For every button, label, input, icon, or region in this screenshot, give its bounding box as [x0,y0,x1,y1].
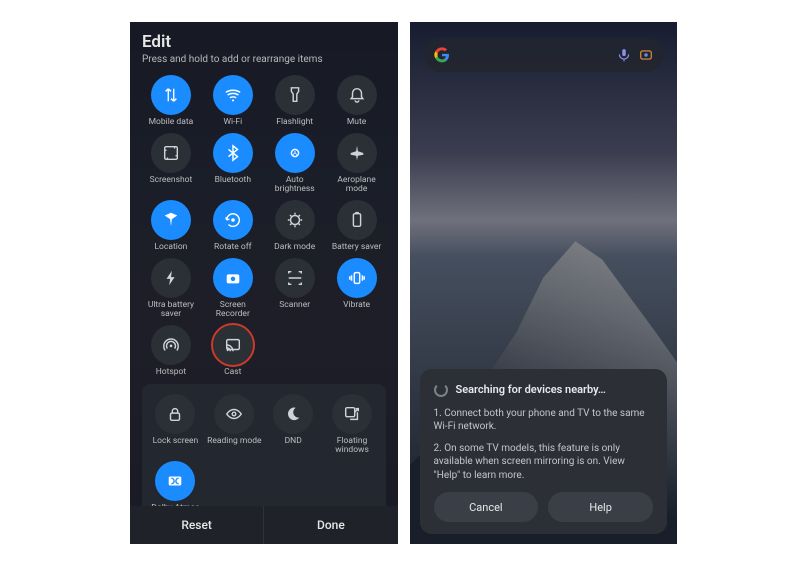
tile-dnd[interactable]: DND [266,394,321,455]
tile-scanner[interactable]: Scanner [266,258,324,319]
dolby-icon[interactable] [155,461,195,501]
scanner-icon[interactable] [275,258,315,298]
tile-label: Flashlight [276,118,313,127]
mic-icon[interactable] [617,48,631,62]
tile-label: Screenshot [150,176,193,185]
tile-label: Battery saver [332,243,381,252]
tile-label: Location [154,243,187,252]
tile-label: Cast [224,368,241,377]
tile-wifi[interactable]: Wi-Fi [204,75,262,127]
moon-icon[interactable] [273,394,313,434]
tile-label: Wi-Fi [223,118,242,127]
spinner-icon [434,383,448,397]
tile-reading-mode[interactable]: Reading mode [207,394,262,455]
tile-vibrate[interactable]: Vibrate [328,258,386,319]
google-logo-icon [434,47,450,63]
reset-button[interactable]: Reset [130,506,263,544]
tile-floating-win[interactable]: Floating windows [325,394,380,455]
tile-label: Reading mode [207,437,261,446]
tile-dark-mode[interactable]: Dark mode [266,200,324,252]
cancel-button[interactable]: Cancel [434,492,539,522]
camera-icon[interactable] [213,258,253,298]
tile-flashlight[interactable]: Flashlight [266,75,324,127]
modal-title: Searching for devices nearby… [456,383,606,396]
lens-icon[interactable] [639,48,653,62]
tile-label: DND [285,437,302,446]
tile-label: Auto brightness [266,176,324,194]
tile-mobile-data[interactable]: Mobile data [142,75,200,127]
tile-label: Vibrate [343,301,370,310]
bell-icon[interactable] [337,75,377,115]
tile-screenshot[interactable]: Screenshot [142,133,200,194]
cast-searching-modal: Searching for devices nearby… 1. Connect… [420,369,668,535]
tile-label: Rotate off [214,243,252,252]
phone-left: Edit Press and hold to add or rearrange … [130,22,398,544]
float-icon[interactable] [332,394,372,434]
tile-auto-brightness[interactable]: A Auto brightness [266,133,324,194]
modal-body: 1. Connect both your phone and TV to the… [434,407,654,483]
tile-mute[interactable]: Mute [328,75,386,127]
darkmode-icon[interactable] [275,200,315,240]
tile-cast[interactable]: Cast [204,325,262,377]
tile-screen-recorder[interactable]: Screen Recorder [204,258,262,319]
tile-label: Mute [347,118,366,127]
tile-label: Mobile data [149,118,194,127]
tile-label: Dark mode [274,243,315,252]
tile-label: Aeroplane mode [328,176,386,194]
hotspot-icon[interactable] [151,325,191,365]
airplane-icon[interactable] [337,133,377,173]
location-icon[interactable] [151,200,191,240]
lock-icon[interactable] [155,394,195,434]
google-search-bar[interactable] [424,38,664,72]
edit-subtitle: Press and hold to add or rearrange items [142,54,386,65]
tile-label: Ultra battery saver [142,301,200,319]
tiles-secondary-grid: Lock screen Reading mode DND Floating windo… [142,384,386,523]
tile-aeroplane-mode[interactable]: Aeroplane mode [328,133,386,194]
bluetooth-icon[interactable] [213,133,253,173]
bolt-icon[interactable] [151,258,191,298]
arrows-updown-icon[interactable] [151,75,191,115]
tile-label: Bluetooth [215,176,251,185]
cast-icon[interactable] [213,325,253,365]
tile-hotspot[interactable]: Hotspot [142,325,200,377]
help-button[interactable]: Help [548,492,653,522]
phone-right: Searching for devices nearby… 1. Connect… [410,22,678,544]
wifi-icon[interactable] [213,75,253,115]
footer-bar: Reset Done [130,506,398,544]
tile-label: Hotspot [156,368,186,377]
tile-label: Scanner [279,301,310,310]
tile-bluetooth[interactable]: Bluetooth [204,133,262,194]
tile-label: Screen Recorder [204,301,262,319]
tile-lock-screen[interactable]: Lock screen [148,394,203,455]
screenshot-icon[interactable] [151,133,191,173]
tile-label: Lock screen [153,437,199,446]
tiles-grid: Mobile data Wi-Fi Flashlight Mute Screenshot… [142,75,386,376]
quick-settings-panel: Edit Press and hold to add or rearrange … [130,22,398,544]
tile-ultra-battery[interactable]: Ultra battery saver [142,258,200,319]
modal-line-1: 1. Connect both your phone and TV to the… [434,407,654,434]
tile-battery-saver[interactable]: Battery saver [328,200,386,252]
tile-location[interactable]: Location [142,200,200,252]
tile-label: Floating windows [325,437,380,455]
rotate-icon[interactable] [213,200,253,240]
flashlight-icon[interactable] [275,75,315,115]
done-button[interactable]: Done [263,506,397,544]
battery-icon[interactable] [337,200,377,240]
modal-line-2: 2. On some TV models, this feature is on… [434,442,654,483]
edit-title: Edit [142,32,386,52]
brightness-a-icon[interactable]: A [275,133,315,173]
vibrate-icon[interactable] [337,258,377,298]
eye-icon[interactable] [214,394,254,434]
tile-rotate-off[interactable]: Rotate off [204,200,262,252]
